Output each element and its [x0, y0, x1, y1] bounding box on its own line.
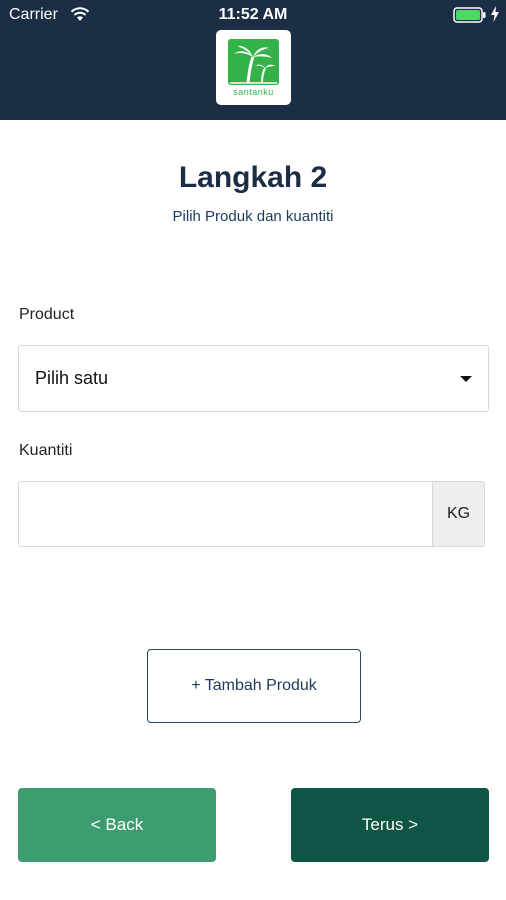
- logo-wordmark: santanku: [233, 87, 274, 97]
- page-subtitle: Pilih Produk dan kuantiti: [172, 208, 334, 225]
- page-title: Langkah 2: [178, 161, 328, 194]
- product-select[interactable]: Pilih satu: [18, 345, 489, 412]
- quantity-input[interactable]: [18, 481, 432, 547]
- back-button[interactable]: < Back: [18, 788, 216, 862]
- palm-tree-icon: [228, 39, 279, 85]
- status-bar: Carrier 11:52 AM: [0, 0, 506, 30]
- next-button[interactable]: Terus >: [291, 788, 489, 862]
- battery-icon: [453, 7, 487, 23]
- clock: 11:52 AM: [218, 6, 288, 23]
- product-label: Product: [19, 306, 75, 323]
- chevron-down-icon: [460, 376, 472, 382]
- add-product-button[interactable]: + Tambah Produk: [147, 649, 361, 723]
- app-header: Carrier 11:52 AM santanku: [0, 0, 506, 120]
- quantity-label: Kuantiti: [19, 442, 73, 459]
- charging-bolt-icon: [490, 6, 500, 27]
- product-select-value: Pilih satu: [35, 368, 109, 388]
- app-logo: santanku: [216, 30, 291, 105]
- quantity-unit: KG: [432, 481, 485, 547]
